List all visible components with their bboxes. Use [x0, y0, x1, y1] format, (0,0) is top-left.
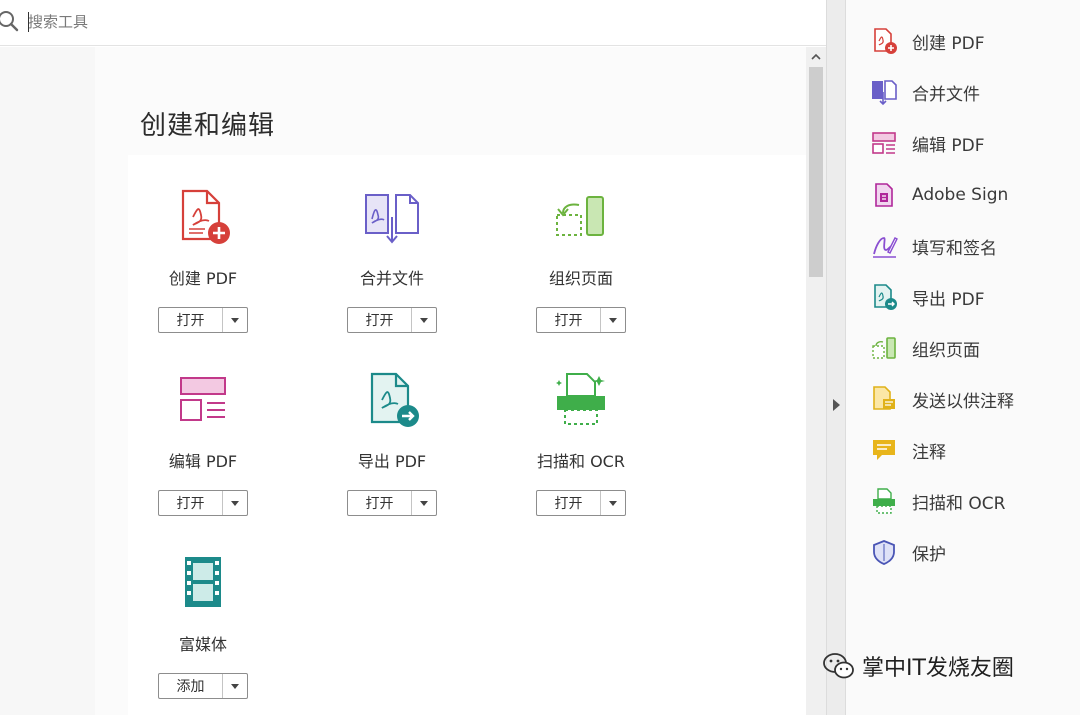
right-pane-toggle[interactable] — [826, 0, 846, 715]
right-pane-item-create-pdf[interactable]: 创建 PDF — [870, 23, 985, 59]
right-pane-item-label: Adobe Sign — [912, 185, 1009, 205]
watermark: 掌中IT发烧友圈 — [822, 646, 1014, 686]
edit-pdf-icon[interactable] — [173, 370, 233, 430]
tool-open-split-button: 打开 — [158, 307, 248, 333]
right-pane-item-label: 发送以供注释 — [912, 391, 1014, 412]
scan-ocr-icon[interactable] — [551, 370, 611, 430]
dropdown-button[interactable] — [412, 308, 436, 332]
tool-open-split-button: 打开 — [536, 307, 626, 333]
tool-combine-files: 合并文件 打开 — [317, 187, 467, 333]
chevron-down-icon — [420, 500, 428, 506]
dropdown-button[interactable] — [223, 308, 247, 332]
edit-pdf-icon — [872, 132, 896, 154]
right-pane-item-edit-pdf[interactable]: 编辑 PDF — [870, 125, 985, 161]
scan-ocr-icon — [873, 488, 895, 514]
right-pane-item-label: 注释 — [912, 442, 946, 463]
right-pane-item-label: 扫描和 OCR — [912, 493, 1006, 514]
right-pane-item-scan-ocr[interactable]: 扫描和 OCR — [870, 483, 1005, 519]
tool-grid: 创建 PDF 打开 合并文件 打开 组织页面 打开 编辑 PDF 打开 导出 P… — [128, 155, 806, 715]
dropdown-button[interactable] — [601, 491, 625, 515]
dropdown-button[interactable] — [223, 491, 247, 515]
open-button[interactable]: 打开 — [537, 308, 601, 332]
right-pane-item-label: 保护 — [912, 544, 946, 565]
protect-icon — [873, 540, 895, 565]
right-pane-item-label: 填写和签名 — [912, 238, 997, 259]
right-pane-item-export-pdf[interactable]: 导出 PDF — [870, 279, 985, 315]
chevron-down-icon — [420, 317, 428, 323]
tool-organize-pages: 组织页面 打开 — [506, 187, 656, 333]
search-input[interactable] — [28, 9, 428, 35]
chevron-down-icon — [231, 500, 239, 506]
search-bar — [0, 0, 826, 46]
open-button[interactable]: 打开 — [159, 308, 223, 332]
tool-label: 扫描和 OCR — [537, 452, 625, 471]
organize-pages-icon[interactable] — [551, 187, 611, 247]
chevron-down-icon — [231, 317, 239, 323]
combine-files-icon — [872, 80, 897, 106]
open-button[interactable]: 打开 — [348, 491, 412, 515]
dropdown-button[interactable] — [223, 674, 247, 698]
tool-rich-media: 富媒体 添加 — [128, 553, 278, 699]
right-pane-item-label: 组织页面 — [912, 340, 980, 361]
right-pane-item-protect[interactable]: 保护 — [870, 534, 946, 570]
tool-open-split-button: 打开 — [347, 490, 437, 516]
adobe-sign-icon — [875, 183, 893, 207]
vertical-scrollbar[interactable] — [806, 47, 826, 715]
create-pdf-icon[interactable] — [173, 187, 233, 247]
scrollbar-thumb[interactable] — [809, 67, 823, 277]
scroll-up-arrow-icon[interactable] — [810, 51, 822, 63]
tool-open-split-button: 打开 — [347, 307, 437, 333]
send-for-comments-icon — [873, 386, 895, 410]
right-pane-item-comment[interactable]: 注释 — [870, 432, 946, 468]
watermark-text: 掌中IT发烧友圈 — [862, 656, 1014, 681]
open-button[interactable]: 打开 — [537, 491, 601, 515]
right-pane-item-send-for-comments[interactable]: 发送以供注释 — [870, 381, 1014, 417]
fill-sign-icon — [873, 237, 898, 258]
right-pane-item-adobe-sign[interactable]: Adobe Sign — [870, 177, 1008, 213]
wechat-icon — [823, 653, 854, 679]
right-pane-item-combine-files[interactable]: 合并文件 — [870, 74, 980, 110]
tool-label: 组织页面 — [548, 269, 613, 288]
right-pane-item-fill-sign[interactable]: 填写和签名 — [870, 228, 997, 264]
open-button[interactable]: 打开 — [159, 491, 223, 515]
tool-label: 编辑 PDF — [168, 452, 238, 471]
right-tools-pane: 创建 PDF 合并文件 编辑 PDF Adobe Sign 填写和签名 导出 P… — [846, 0, 1080, 715]
create-pdf-icon — [874, 28, 897, 54]
right-pane-item-label: 导出 PDF — [912, 289, 985, 310]
section-title: 创建和编辑 — [140, 111, 276, 141]
combine-files-icon[interactable] — [362, 187, 422, 247]
search-icon — [0, 11, 19, 32]
organize-pages-icon — [872, 337, 896, 359]
tool-create-pdf: 创建 PDF 打开 — [128, 187, 278, 333]
tool-open-split-button: 打开 — [158, 490, 248, 516]
add-button[interactable]: 添加 — [159, 674, 223, 698]
tool-export-pdf: 导出 PDF 打开 — [317, 370, 467, 516]
right-pane-item-organize-pages[interactable]: 组织页面 — [870, 330, 980, 366]
text-caret — [28, 12, 29, 32]
dropdown-button[interactable] — [412, 491, 436, 515]
chevron-down-icon — [609, 500, 617, 506]
right-pane-item-label: 创建 PDF — [912, 33, 985, 54]
tool-label: 创建 PDF — [168, 269, 238, 288]
export-pdf-icon — [874, 284, 897, 310]
chevron-down-icon — [609, 317, 617, 323]
export-pdf-icon[interactable] — [362, 370, 422, 430]
chevron-right-icon[interactable] — [832, 399, 841, 411]
tool-scan-ocr: 扫描和 OCR 打开 — [506, 370, 656, 516]
chevron-down-icon — [231, 683, 239, 689]
right-pane-item-label: 编辑 PDF — [912, 135, 985, 156]
tool-edit-pdf: 编辑 PDF 打开 — [128, 370, 278, 516]
tool-label: 富媒体 — [178, 635, 227, 654]
tool-open-split-button: 打开 — [536, 490, 626, 516]
tool-add-split-button: 添加 — [158, 673, 248, 699]
tool-label: 合并文件 — [359, 269, 424, 288]
open-button[interactable]: 打开 — [348, 308, 412, 332]
dropdown-button[interactable] — [601, 308, 625, 332]
tool-label: 导出 PDF — [357, 452, 427, 471]
right-pane-item-label: 合并文件 — [912, 84, 980, 105]
comment-icon — [873, 440, 895, 460]
rich-media-icon[interactable] — [173, 553, 233, 613]
